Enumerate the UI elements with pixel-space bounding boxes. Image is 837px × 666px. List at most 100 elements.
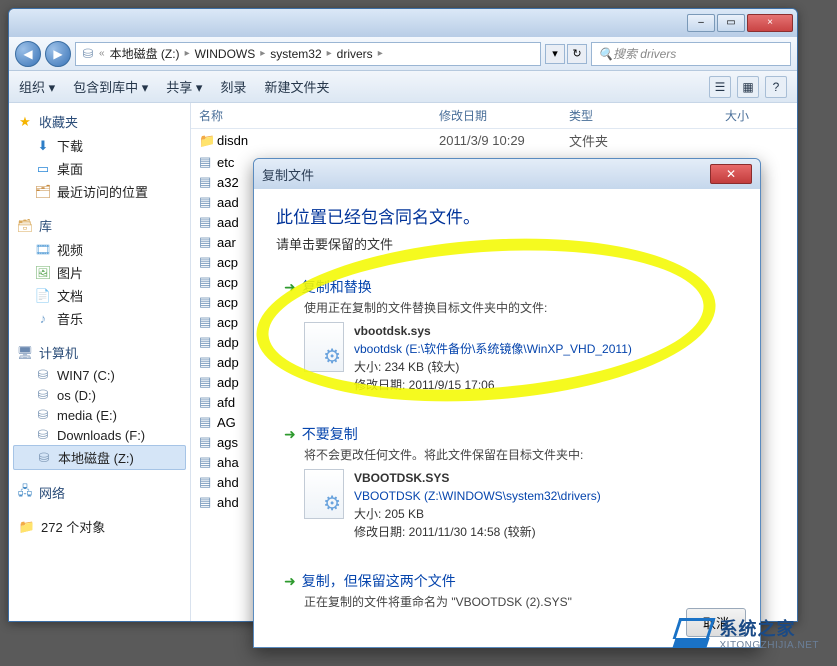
sidebar-item-videos[interactable]: 🎞视频 (13, 238, 186, 261)
burn-button[interactable]: 刻录 (220, 77, 246, 96)
arrow-icon: ➜ (284, 573, 296, 590)
column-headers: 名称 修改日期 类型 大小 (191, 103, 797, 129)
computer-icon: 🖥 (17, 345, 33, 361)
table-row[interactable]: 📁disdn2011/3/9 10:29文件夹 (191, 129, 797, 152)
file-name: disdn (217, 133, 439, 148)
sidebar-item-music[interactable]: ♪音乐 (13, 307, 186, 330)
address-actions: ▾ ↻ (545, 44, 587, 64)
desktop-icon: ▭ (35, 161, 51, 177)
drive-icon: ⛁ (35, 407, 51, 423)
sidebar-head-favorites[interactable]: ★收藏夹 (13, 109, 186, 134)
sidebar-item-recent[interactable]: 🗂最近访问的位置 (13, 180, 186, 203)
maximize-button[interactable]: ▭ (717, 14, 745, 32)
sidebar-item-drive-z[interactable]: ⛁本地磁盘 (Z:) (13, 445, 186, 470)
dialog-title: 复制文件 (262, 165, 314, 184)
new-folder-button[interactable]: 新建文件夹 (264, 77, 329, 96)
dialog-sub-text: 请单击要保留的文件 (276, 234, 738, 253)
include-library-button[interactable]: 包含到库中 ▾ (73, 77, 148, 96)
sidebar-head-computer[interactable]: 🖥计算机 (13, 340, 186, 365)
chevron-right-icon: ▸ (326, 48, 333, 59)
watermark-logo-icon (672, 618, 712, 652)
sysfile-icon: ▤ (199, 334, 217, 350)
status-object-count: 📁272 个对象 (13, 515, 186, 538)
crumb-drive[interactable]: 本地磁盘 (Z:) (108, 45, 182, 62)
chevron-right-icon: « (98, 48, 106, 59)
chevron-right-icon: ▸ (259, 48, 266, 59)
nav-back-button[interactable]: ◀ (15, 41, 41, 67)
dialog-titlebar: 复制文件 ✕ (254, 159, 760, 189)
nav-bar: ◀ ▶ ⛁ « 本地磁盘 (Z:) ▸ WINDOWS ▸ system32 ▸… (9, 37, 797, 71)
refresh-button[interactable]: ↻ (567, 44, 587, 64)
sidebar-item-drive-d[interactable]: ⛁os (D:) (13, 385, 186, 405)
option-dont-copy[interactable]: ➜不要复制 将不会更改任何文件。将此文件保留在目标文件夹中: VBOOTDSK.… (276, 418, 738, 547)
search-input[interactable]: 🔍 搜索 drivers (591, 42, 791, 66)
folder-icon: 📁 (199, 133, 217, 149)
option-copy-replace[interactable]: ➜复制和替换 使用正在复制的文件替换目标文件夹中的文件: vbootdsk.sy… (276, 271, 738, 400)
sysfile-icon: ▤ (199, 434, 217, 450)
search-placeholder: 搜索 drivers (613, 45, 676, 62)
sysfile-icon: ▤ (199, 254, 217, 270)
sysfile-icon: ▤ (199, 314, 217, 330)
download-icon: ⬇ (35, 138, 51, 154)
sysfile-icon: ▤ (199, 214, 217, 230)
sysfile-icon: ▤ (199, 174, 217, 190)
col-size[interactable]: 大小 (669, 107, 749, 124)
drive-icon: ⛁ (35, 427, 51, 443)
crumb-windows[interactable]: WINDOWS (193, 47, 258, 61)
close-button[interactable]: × (747, 14, 793, 32)
sysfile-icon: ▤ (199, 234, 217, 250)
source-file-info: vbootdsk.sys vbootdsk (E:\软件备份\系统镜像\WinX… (354, 322, 632, 394)
sidebar-item-documents[interactable]: 📄文档 (13, 284, 186, 307)
sidebar-item-drive-c[interactable]: ⛁WIN7 (C:) (13, 365, 186, 385)
recent-icon: 🗂 (35, 184, 51, 200)
window-titlebar: – ▭ × (9, 9, 797, 37)
minimize-button[interactable]: – (687, 14, 715, 32)
sysfile-icon: ▤ (199, 274, 217, 290)
col-date[interactable]: 修改日期 (439, 107, 569, 124)
document-icon: 📄 (35, 288, 51, 304)
sysfile-icon: ▤ (199, 294, 217, 310)
crumb-system32[interactable]: system32 (268, 47, 323, 61)
help-button[interactable]: ? (765, 76, 787, 98)
sidebar-item-pictures[interactable]: 🖼图片 (13, 261, 186, 284)
crumb-drivers[interactable]: drivers (335, 47, 375, 61)
sidebar-item-drive-e[interactable]: ⛁media (E:) (13, 405, 186, 425)
library-icon: 🗃 (17, 218, 33, 234)
music-icon: ♪ (35, 311, 51, 327)
video-icon: 🎞 (35, 242, 51, 258)
sidebar: ★收藏夹 ⬇下载 ▭桌面 🗂最近访问的位置 🗃库 🎞视频 🖼图片 📄文档 ♪音乐… (9, 103, 191, 621)
drive-icon: ⛁ (36, 450, 52, 466)
nav-forward-button[interactable]: ▶ (45, 41, 71, 67)
sidebar-head-network[interactable]: 🖧网络 (13, 480, 186, 505)
picture-icon: 🖼 (35, 265, 51, 281)
sysfile-icon: ▤ (199, 374, 217, 390)
search-icon: 🔍 (598, 47, 613, 61)
sysfile-icon: ▤ (199, 194, 217, 210)
network-icon: 🖧 (17, 485, 33, 501)
drive-icon: ⛁ (35, 387, 51, 403)
preview-pane-button[interactable]: ▦ (737, 76, 759, 98)
sidebar-item-downloads[interactable]: ⬇下载 (13, 134, 186, 157)
drive-icon: ⛁ (35, 367, 51, 383)
sysfile-icon: ▤ (199, 154, 217, 170)
target-file-info: VBOOTDSK.SYS VBOOTDSK (Z:\WINDOWS\system… (354, 469, 601, 541)
drive-icon: ⛁ (80, 46, 96, 62)
col-name[interactable]: 名称 (199, 107, 439, 124)
col-type[interactable]: 类型 (569, 107, 669, 124)
sidebar-item-drive-f[interactable]: ⛁Downloads (F:) (13, 425, 186, 445)
chevron-right-icon: ▸ (377, 48, 384, 59)
sysfile-icon: ▤ (199, 394, 217, 410)
file-type: 文件夹 (569, 131, 669, 150)
organize-button[interactable]: 组织 ▾ (19, 77, 55, 96)
dialog-close-button[interactable]: ✕ (710, 164, 752, 184)
sidebar-head-libraries[interactable]: 🗃库 (13, 213, 186, 238)
dialog-main-text: 此位置已经包含同名文件。 (276, 203, 738, 228)
file-date: 2011/3/9 10:29 (439, 133, 569, 148)
share-button[interactable]: 共享 ▾ (166, 77, 202, 96)
watermark: 系统之家 XITONGZHIJIA.NET (672, 618, 820, 652)
breadcrumb[interactable]: ⛁ « 本地磁盘 (Z:) ▸ WINDOWS ▸ system32 ▸ dri… (75, 42, 541, 66)
view-options-button[interactable]: ☰ (709, 76, 731, 98)
address-dropdown-button[interactable]: ▾ (545, 44, 565, 64)
option-keep-both[interactable]: ➜复制，但保留这两个文件 正在复制的文件将重命名为 "VBOOTDSK (2).… (276, 565, 738, 616)
sidebar-item-desktop[interactable]: ▭桌面 (13, 157, 186, 180)
